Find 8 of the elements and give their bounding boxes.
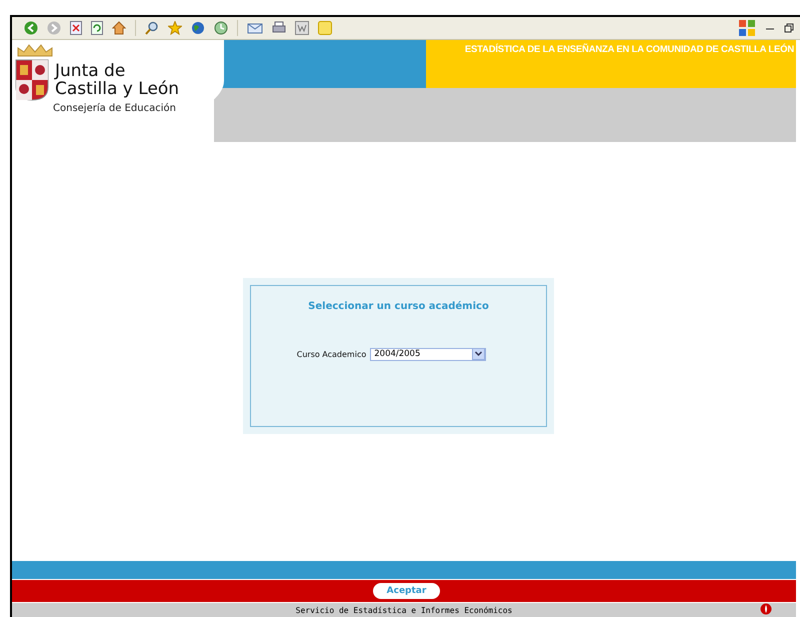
org-name: Castilla y León [55, 80, 180, 98]
course-dropdown[interactable]: 2004/2005 [370, 348, 486, 360]
banner-title: ESTADÍSTICA DE LA ENSEÑANZA EN LA COMUNIDAD DE CASTILLA LEÓN [464, 44, 794, 55]
department-name: Consejería de Educación [53, 103, 177, 114]
org-name: Junta de [55, 62, 126, 80]
field-label: Curso Academico [296, 350, 366, 358]
credit-text: Servicio de Estadística e Informes Económicos [296, 606, 512, 614]
form-title: Seleccionar un curso académico [308, 300, 489, 312]
